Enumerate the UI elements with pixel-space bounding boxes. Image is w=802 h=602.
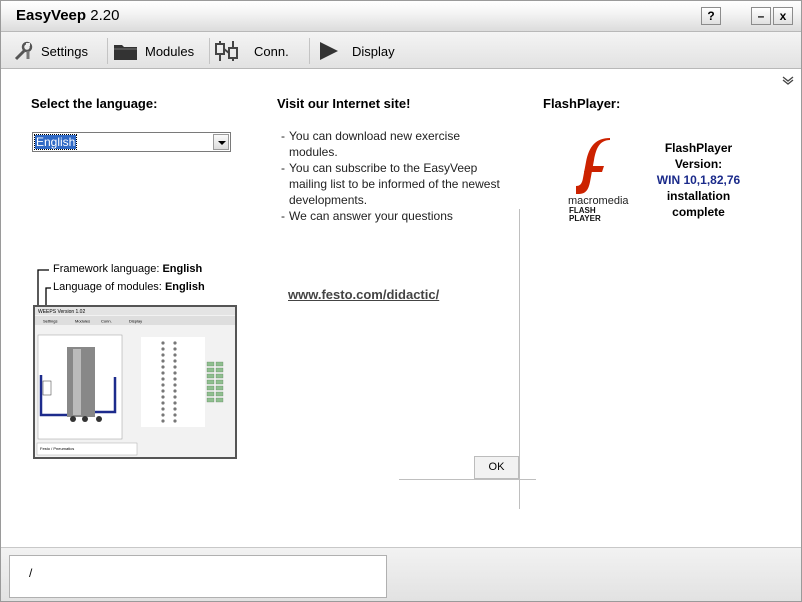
framework-language-value: English <box>162 263 203 275</box>
vertical-divider <box>519 209 520 509</box>
internet-bullet-list: You can download new exercise modules. Y… <box>281 128 506 224</box>
flashplayer-heading: FlashPlayer: <box>543 96 621 111</box>
bullet-item: You can download new exercise modules. <box>281 128 506 160</box>
preview-illustration: WEEPS Version 1.02 Settings Modules Conn… <box>35 307 235 457</box>
connector-icon <box>215 41 238 61</box>
toolbar-divider <box>309 38 310 64</box>
display-label: Display <box>352 43 395 59</box>
language-dropdown[interactable]: English <box>32 132 231 152</box>
wrench-icon <box>14 41 33 61</box>
toolbar: Settings Modules Conn. Display <box>1 32 801 69</box>
player-wordmark: PLAYER <box>569 214 601 222</box>
minimize-button[interactable]: – <box>751 7 771 25</box>
dropdown-arrow-icon[interactable] <box>213 134 229 150</box>
preview-tab: Settings <box>43 319 57 324</box>
flash-info-line: complete <box>672 205 725 219</box>
layout-preview-image: WEEPS Version 1.02 Settings Modules Conn… <box>33 305 237 459</box>
bullet-item: We can answer your questions <box>281 208 506 224</box>
collapse-chevron-icon[interactable] <box>781 75 795 85</box>
framework-language-line: Framework language: English <box>53 263 202 275</box>
flash-logo-icon: macromedia FLASH PLAYER <box>568 138 629 223</box>
app-version: 2.20 <box>90 7 120 24</box>
folder-icon <box>114 45 137 60</box>
flashplayer-status: FlashPlayer Version: WIN 10,1,82,76 inst… <box>656 140 741 220</box>
status-text-field: / <box>9 555 387 598</box>
preview-tab: Conn. <box>101 319 112 324</box>
preview-footer: Festo / Pneumatics <box>40 446 74 451</box>
toolbar-divider <box>107 38 108 64</box>
settings-button[interactable]: Settings <box>13 40 88 62</box>
flash-info-line: installation <box>666 189 731 203</box>
macromedia-flash-logo: macromedia FLASH PLAYER <box>566 138 650 223</box>
help-button[interactable]: ? <box>701 7 721 25</box>
bullet-item: You can subscribe to the EasyVeep mailin… <box>281 160 506 208</box>
ok-button[interactable]: OK <box>474 456 519 479</box>
modules-language-line: Language of modules: English <box>53 281 205 293</box>
settings-label: Settings <box>41 43 88 59</box>
horizontal-divider <box>399 479 536 480</box>
app-window: EasyVeep 2.20 ? – x Settings Modules Con… <box>0 0 802 602</box>
window-title: EasyVeep 2.20 <box>16 7 119 24</box>
modules-label: Modules <box>145 43 195 59</box>
preview-title: WEEPS Version 1.02 <box>38 309 85 315</box>
connection-label: Conn. <box>254 43 289 59</box>
preview-tab: Modules <box>75 319 90 324</box>
preview-tab: Display <box>129 319 142 324</box>
status-text: / <box>29 566 33 580</box>
toolbar-divider <box>209 38 210 64</box>
language-heading: Select the language: <box>31 96 158 111</box>
connection-button[interactable]: Conn. <box>214 40 289 62</box>
festo-website-link[interactable]: www.festo.com/didactic/ <box>288 287 439 302</box>
modules-language-value: English <box>164 281 205 293</box>
modules-language-label: Language of modules: <box>53 281 162 293</box>
play-arrow-icon <box>320 42 338 60</box>
flash-info-line: FlashPlayer <box>664 141 733 155</box>
status-bar: / <box>1 547 801 601</box>
title-bar: EasyVeep 2.20 ? – x <box>1 1 801 32</box>
modules-button[interactable]: Modules <box>113 40 194 62</box>
flash-version-value: WIN 10,1,82,76 <box>656 173 741 187</box>
framework-language-label: Framework language: <box>53 263 160 275</box>
language-selected-value: English <box>33 134 78 150</box>
flash-info-line: Version: <box>674 157 723 171</box>
app-name: EasyVeep <box>16 7 87 24</box>
display-button[interactable]: Display <box>318 40 395 62</box>
internet-heading: Visit our Internet site! <box>277 96 411 111</box>
close-button[interactable]: x <box>773 7 793 25</box>
